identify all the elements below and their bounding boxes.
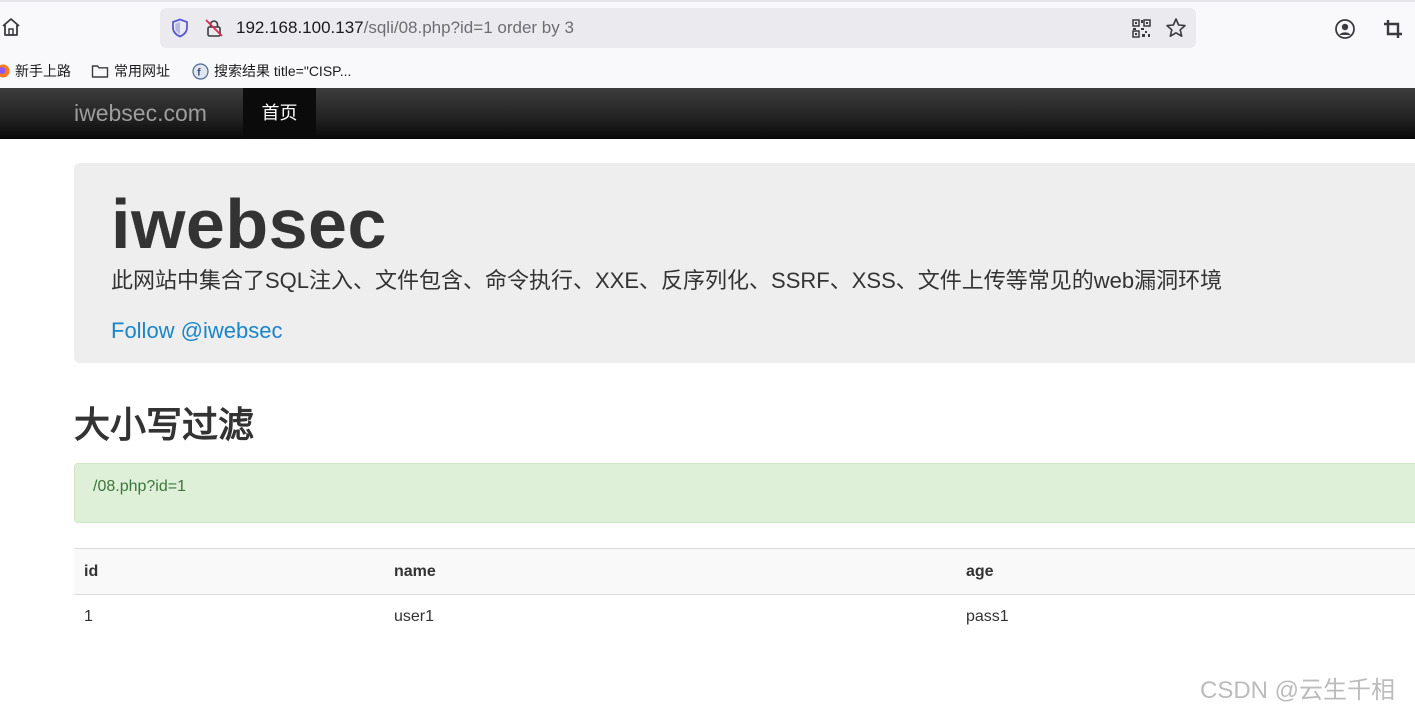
bookmark-label: 新手上路 <box>15 63 71 79</box>
column-header-name: name <box>384 548 956 595</box>
screenshot-crop-icon[interactable] <box>1382 18 1404 40</box>
bookmark-newbie[interactable]: 新手上路 <box>0 62 71 80</box>
address-bar[interactable]: 192.168.100.137/sqli/08.php?id=1 order b… <box>160 8 1196 48</box>
url-path: /sqli/08.php?id=1 order by 3 <box>363 18 574 37</box>
tracking-protection-shield-icon[interactable] <box>170 18 190 38</box>
jumbotron-description: 此网站中集合了SQL注入、文件包含、命令执行、XXE、反序列化、SSRF、XSS… <box>111 268 1223 293</box>
cell-name: user1 <box>394 608 435 625</box>
site-navbar: iwebsec.com 首页 <box>0 88 1415 139</box>
cell-id: 1 <box>84 608 93 625</box>
browser-toolbar: 192.168.100.137/sqli/08.php?id=1 order b… <box>0 0 1415 54</box>
section-title: 大小写过滤 <box>74 404 255 445</box>
column-header-id: id <box>74 548 384 595</box>
site-favicon-icon: f <box>192 62 209 80</box>
qr-code-icon[interactable] <box>1132 19 1151 38</box>
nav-home-link[interactable]: 首页 <box>243 88 316 139</box>
alert-text: /08.php?id=1 <box>93 478 186 495</box>
bookmarks-bar: 新手上路 常用网址 f 搜索结果 title="CISP... <box>0 54 1415 88</box>
firefox-icon <box>0 64 10 78</box>
jumbotron: iwebsec 此网站中集合了SQL注入、文件包含、命令执行、XXE、反序列化、… <box>74 163 1415 363</box>
url-host: 192.168.100.137 <box>236 18 364 37</box>
insecure-lock-icon[interactable] <box>204 18 224 38</box>
home-icon[interactable] <box>0 16 22 38</box>
cell-age: pass1 <box>966 608 1009 625</box>
folder-icon <box>91 65 109 78</box>
bookmark-search-results[interactable]: f 搜索结果 title="CISP... <box>192 62 351 80</box>
bookmark-label: 搜索结果 title="CISP... <box>214 63 352 79</box>
column-header-age: age <box>956 548 1415 595</box>
follow-link[interactable]: Follow @iwebsec <box>111 316 283 346</box>
table-header-row: id name age <box>74 548 1415 595</box>
table-row: 1 user1 pass1 <box>74 595 1415 640</box>
url-text[interactable]: 192.168.100.137/sqli/08.php?id=1 order b… <box>236 18 574 38</box>
bookmark-label: 常用网址 <box>114 63 170 79</box>
bookmark-common-sites[interactable]: 常用网址 <box>91 62 170 80</box>
results-table: id name age 1 user1 pass1 <box>74 548 1415 639</box>
account-icon[interactable] <box>1334 18 1356 40</box>
navbar-brand[interactable]: iwebsec.com <box>74 100 207 126</box>
jumbotron-title: iwebsec <box>111 185 387 263</box>
csdn-watermark: CSDN @云生千相 <box>1200 677 1396 704</box>
bookmark-star-icon[interactable] <box>1165 17 1187 39</box>
query-alert: /08.php?id=1 <box>74 463 1415 523</box>
